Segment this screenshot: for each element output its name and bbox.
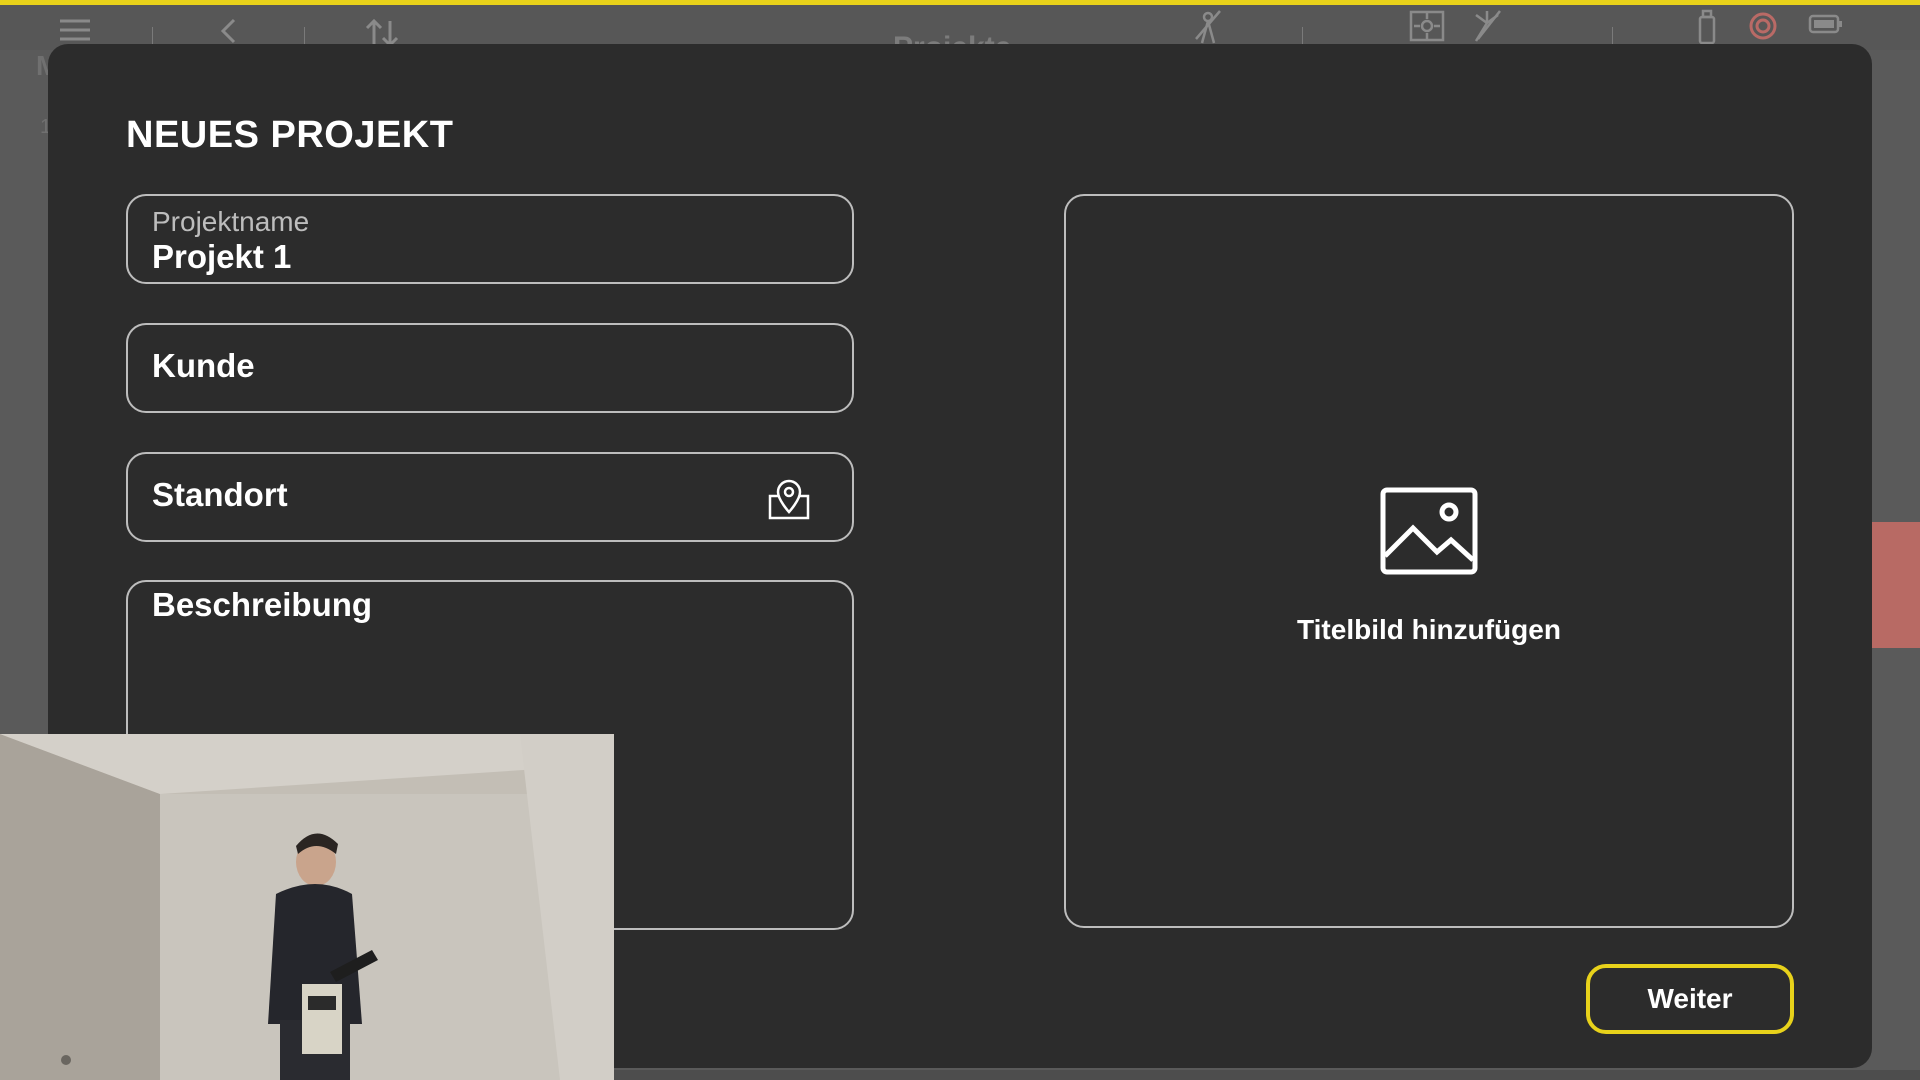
scan-frame-icon bbox=[1408, 9, 1446, 47]
no-signal-icon bbox=[1190, 9, 1226, 49]
project-name-value: Projekt 1 bbox=[152, 238, 292, 275]
device-icon bbox=[1696, 9, 1718, 49]
project-name-label: Projektname bbox=[152, 206, 310, 237]
customer-field[interactable]: Kunde bbox=[126, 323, 854, 413]
customer-placeholder: Kunde bbox=[152, 347, 255, 384]
laser-off-icon bbox=[1470, 9, 1504, 47]
menu-icon[interactable] bbox=[58, 17, 92, 47]
image-icon bbox=[1379, 486, 1479, 576]
project-name-field[interactable]: Projektname Projekt 1 bbox=[126, 194, 854, 284]
next-button[interactable]: Weiter bbox=[1586, 964, 1794, 1034]
cover-image-label: Titelbild hinzufügen bbox=[1297, 614, 1561, 645]
webcam-overlay bbox=[0, 734, 614, 1080]
description-placeholder: Beschreibung bbox=[152, 586, 373, 623]
record-icon bbox=[1746, 11, 1780, 45]
location-pin-icon[interactable] bbox=[764, 474, 814, 524]
location-field[interactable]: Standort bbox=[126, 452, 854, 542]
battery-icon bbox=[1808, 13, 1844, 39]
location-placeholder: Standort bbox=[152, 476, 288, 513]
cover-image-dropzone[interactable]: Titelbild hinzufügen bbox=[1064, 194, 1794, 928]
background-highlight bbox=[1872, 522, 1920, 648]
dialog-title: NEUES PROJEKT bbox=[126, 114, 454, 156]
